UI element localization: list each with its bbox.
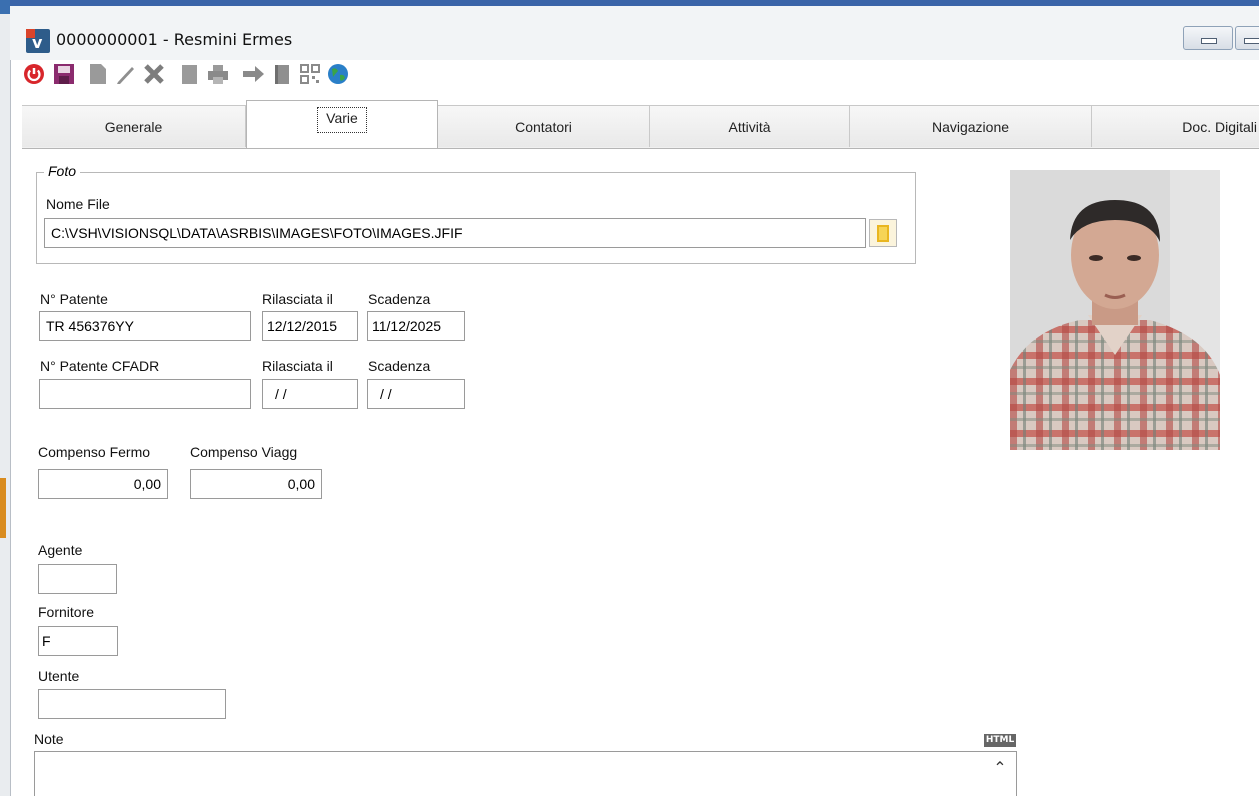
tab-label: Varie: [317, 106, 367, 133]
tab-label: Generale: [104, 118, 163, 135]
tab-label: Doc. Digitali: [1182, 118, 1257, 135]
tab-navigazione[interactable]: Navigazione: [850, 106, 1092, 147]
book-button[interactable]: [270, 62, 294, 86]
print-icon: [208, 65, 228, 84]
edit-pencil-icon: [117, 67, 134, 84]
fornitore-label: Fornitore: [38, 604, 95, 620]
forward-arrow-icon: [243, 66, 264, 82]
desktop-edge-accent: [0, 0, 10, 14]
utente-label: Utente: [38, 668, 80, 684]
new-document-button[interactable]: [86, 62, 110, 86]
driver-photo: [1010, 170, 1220, 450]
note-label: Note: [34, 731, 64, 747]
utente-field[interactable]: [38, 689, 226, 719]
desktop-edge-strip: [0, 0, 11, 796]
scroll-up-icon[interactable]: ⌃: [990, 758, 1010, 778]
patente-issued-label: Rilasciata il: [262, 291, 333, 307]
patente-cfadr-issued-label: Rilasciata il: [262, 358, 333, 374]
fornitore-field[interactable]: F: [38, 626, 118, 656]
patente-cfadr-issued-field[interactable]: / /: [262, 379, 358, 409]
minimize-icon: [1201, 38, 1217, 44]
new-document-icon: [90, 64, 106, 84]
tab-label: Contatori: [515, 118, 572, 135]
maximize-icon: [1244, 38, 1259, 44]
patente-cfadr-field[interactable]: [39, 379, 251, 409]
foto-legend: Foto: [44, 163, 81, 179]
copy-button[interactable]: [178, 62, 202, 86]
delete-x-icon: [144, 64, 164, 84]
save-icon: [54, 64, 74, 84]
window-title: 0000000001 - Resmini Ermes: [56, 30, 293, 49]
tab-doc-digitali[interactable]: Doc. Digitali: [1092, 106, 1259, 147]
app-icon: v: [26, 29, 50, 53]
patente-cfadr-label: N° Patente CFADR: [40, 358, 160, 374]
patente-expiry-label: Scadenza: [368, 291, 431, 307]
qr-code-icon: [300, 64, 320, 84]
compenso-viaggio-label: Compenso Viagg: [190, 444, 298, 460]
tab-label: Navigazione: [931, 118, 1010, 135]
tab-attivita[interactable]: Attività: [650, 106, 850, 147]
forward-button[interactable]: [242, 62, 266, 86]
note-textarea[interactable]: [34, 751, 1017, 796]
web-button[interactable]: [326, 62, 350, 86]
tab-label: Attività: [728, 118, 771, 135]
compenso-fermo-field[interactable]: 0,00: [38, 469, 168, 499]
compenso-viaggio-field[interactable]: 0,00: [190, 469, 322, 499]
nome-file-label: Nome File: [46, 196, 110, 212]
book-icon: [275, 65, 289, 84]
toolbar: [22, 58, 482, 90]
minimize-button[interactable]: [1183, 26, 1233, 50]
tab-contatori[interactable]: Contatori: [438, 106, 650, 147]
qr-code-button[interactable]: [298, 62, 322, 86]
patente-cfadr-expiry-label: Scadenza: [368, 358, 431, 374]
tab-varie[interactable]: Varie: [246, 100, 438, 148]
edit-button[interactable]: [114, 62, 138, 86]
compenso-fermo-label: Compenso Fermo: [38, 444, 151, 460]
patente-issued-field[interactable]: 12/12/2015: [262, 311, 358, 341]
browse-file-button[interactable]: [869, 219, 897, 247]
app-icon-letter: v: [32, 33, 43, 52]
print-button[interactable]: [206, 62, 230, 86]
tab-bar: Generale Varie Contatori Attività Naviga…: [22, 100, 1259, 149]
patente-field[interactable]: TR 456376YY: [39, 311, 251, 341]
desktop-edge-marker: [0, 478, 6, 538]
patente-expiry-field[interactable]: 11/12/2025: [367, 311, 465, 341]
maximize-button[interactable]: [1235, 26, 1259, 50]
html-editor-badge[interactable]: HTML: [984, 734, 1016, 747]
power-button[interactable]: [22, 62, 46, 86]
save-button[interactable]: [52, 62, 76, 86]
patente-cfadr-expiry-field[interactable]: / /: [367, 379, 465, 409]
globe-icon: [328, 64, 348, 84]
agente-label: Agente: [38, 542, 83, 558]
agente-field[interactable]: [38, 564, 117, 594]
copy-document-icon: [182, 65, 197, 84]
tab-generale[interactable]: Generale: [22, 106, 246, 147]
power-icon: [24, 64, 44, 84]
nome-file-field[interactable]: C:\VSH\VISIONSQL\DATA\ASRBIS\IMAGES\FOTO…: [44, 218, 866, 248]
delete-button[interactable]: [142, 62, 166, 86]
patente-label: N° Patente: [40, 291, 108, 307]
folder-icon: [877, 225, 889, 242]
